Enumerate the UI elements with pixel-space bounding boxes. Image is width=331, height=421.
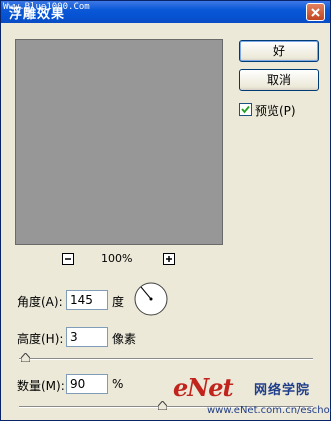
amount-input[interactable]: 90: [66, 374, 108, 394]
angle-dial[interactable]: [133, 281, 169, 317]
checkbox-box[interactable]: [239, 103, 252, 116]
close-button[interactable]: [306, 3, 325, 21]
checkmark-icon: [241, 105, 250, 114]
emboss-dialog: 浮雕效果 Www.Blue1000.Com 100% 好 取消 预览(P) 角度…: [0, 0, 331, 421]
title-bar[interactable]: 浮雕效果 Www.Blue1000.Com: [1, 1, 330, 23]
ok-button[interactable]: 好: [239, 40, 319, 62]
enet-logo: eNet: [173, 373, 234, 402]
height-input[interactable]: 3: [66, 327, 108, 347]
height-slider-track[interactable]: [19, 358, 313, 360]
amount-label: 数量(M):: [17, 379, 65, 393]
angle-label: 角度(A):: [17, 295, 63, 309]
amount-slider-thumb[interactable]: [158, 401, 167, 410]
cancel-button[interactable]: 取消: [239, 69, 319, 91]
height-slider-thumb[interactable]: [21, 353, 30, 362]
enet-url: www.eNet.com.cn/eschool: [207, 405, 331, 416]
preview-area[interactable]: [15, 39, 223, 245]
height-label: 高度(H):: [17, 332, 64, 346]
zoom-in-button[interactable]: [163, 253, 175, 265]
close-icon: [311, 8, 320, 17]
minus-icon: [65, 258, 71, 260]
preview-checkbox-label: 预览(P): [255, 104, 296, 118]
height-unit: 像素: [112, 332, 137, 346]
zoom-level: 100%: [101, 252, 133, 265]
angle-unit: 度: [112, 295, 125, 309]
enet-school-label: 网络学院: [254, 383, 311, 398]
site-watermark: Www.Blue1000.Com: [3, 2, 90, 12]
angle-input[interactable]: 145: [66, 290, 108, 310]
amount-unit: %: [112, 377, 124, 391]
zoom-out-button[interactable]: [62, 253, 74, 265]
plus-icon: [166, 256, 172, 262]
